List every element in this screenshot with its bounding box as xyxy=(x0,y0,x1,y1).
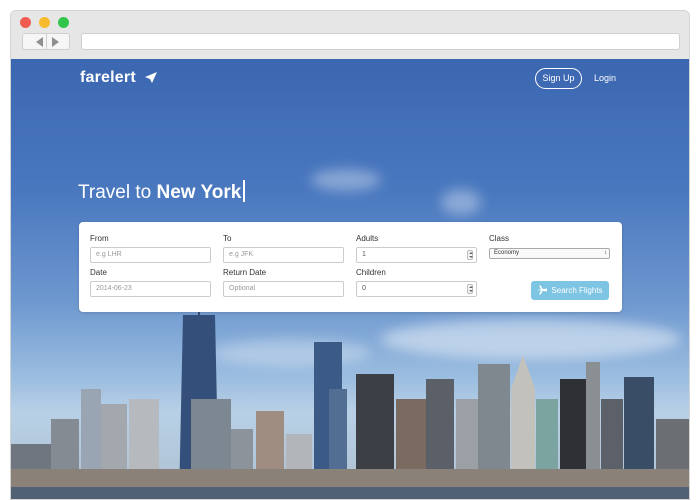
page-viewport: farelert Sign Up Login Travel to New Yor… xyxy=(11,59,689,499)
nav-divider xyxy=(46,34,47,49)
children-label: Children xyxy=(356,268,386,277)
to-label: To xyxy=(223,234,232,243)
to-input[interactable]: e.g JFK xyxy=(223,247,344,263)
adults-stepper[interactable]: 1 xyxy=(356,247,477,263)
headline-prefix: Travel to xyxy=(78,182,152,203)
return-date-input[interactable]: Optional xyxy=(223,281,344,297)
minimize-window-button[interactable] xyxy=(39,17,50,28)
paper-plane-icon xyxy=(145,72,157,83)
site-logo[interactable]: farelert xyxy=(80,69,136,87)
signup-button[interactable]: Sign Up xyxy=(535,68,582,89)
adults-value: 1 xyxy=(362,251,366,258)
class-label: Class xyxy=(489,234,510,243)
from-label: From xyxy=(90,234,109,243)
from-input[interactable]: e.g LHR xyxy=(90,247,211,263)
select-arrows-icon: ↕ xyxy=(604,250,607,256)
login-link[interactable]: Login xyxy=(594,73,616,83)
typing-caret xyxy=(243,180,245,202)
forward-arrow-icon[interactable] xyxy=(52,37,59,47)
history-nav xyxy=(22,33,70,50)
browser-window: farelert Sign Up Login Travel to New Yor… xyxy=(10,10,690,500)
date-label: Date xyxy=(90,268,107,277)
class-selected: Economy xyxy=(494,250,520,256)
search-flights-label: Search Flights xyxy=(551,286,603,295)
flight-search-form: From e.g LHR To e.g JFK Adults 1 Class E… xyxy=(79,222,622,312)
headline-city: New York xyxy=(156,182,242,203)
date-input[interactable]: 2014-06-23 xyxy=(90,281,211,297)
stepper-arrows-icon[interactable] xyxy=(467,250,473,260)
return-date-label: Return Date xyxy=(223,268,267,277)
adults-label: Adults xyxy=(356,234,379,243)
class-select[interactable]: Economy ↕ xyxy=(489,248,610,259)
browser-toolbar xyxy=(11,11,689,59)
river xyxy=(11,487,689,499)
address-bar[interactable] xyxy=(81,33,680,50)
close-window-button[interactable] xyxy=(20,17,31,28)
hero-headline: Travel to New York xyxy=(78,180,245,204)
children-stepper[interactable]: 0 xyxy=(356,281,477,297)
back-arrow-icon[interactable] xyxy=(36,37,43,47)
maximize-window-button[interactable] xyxy=(58,17,69,28)
airplane-icon xyxy=(537,285,548,295)
children-value: 0 xyxy=(362,285,366,292)
stepper-arrows-icon[interactable] xyxy=(467,284,473,294)
search-flights-button[interactable]: Search Flights xyxy=(531,281,609,300)
